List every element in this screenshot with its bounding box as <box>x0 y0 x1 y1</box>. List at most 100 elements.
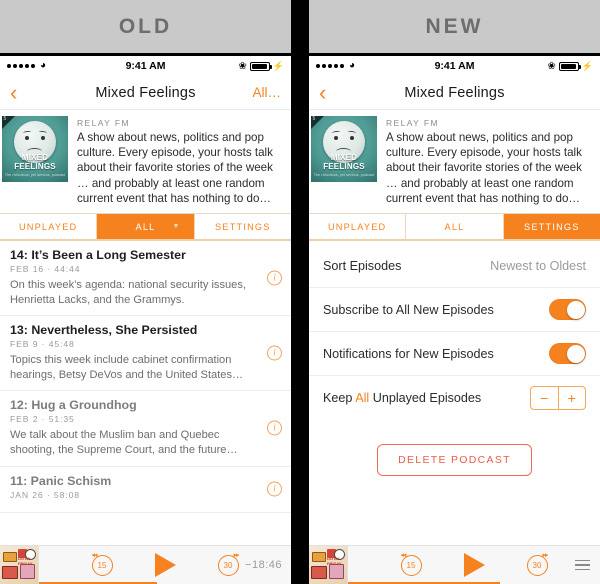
tab-settings-label: SETTINGS <box>524 221 580 232</box>
chevron-down-icon[interactable]: ▼ <box>173 223 181 230</box>
tab-all[interactable]: ALL ▼ <box>97 214 195 240</box>
skip-back-label: 15 <box>406 560 416 570</box>
podcast-artwork: 5 MIXED FEELINGS The ridiculous, yet ser… <box>311 116 377 182</box>
tab-all[interactable]: ALL <box>406 214 504 240</box>
skip-forward-label: 30 <box>532 560 542 570</box>
keep-episodes-label: Keep All Unplayed Episodes <box>323 391 481 405</box>
skip-back-button[interactable]: ◂◂ 15 <box>400 552 422 576</box>
podcast-artwork: 5 MIXED FEELINGS The ridiculous, yet ser… <box>2 116 68 182</box>
episode-meta: FEB 16 · 44:44 <box>10 264 81 275</box>
keep-episodes-stepper[interactable]: − + <box>530 386 586 411</box>
keep-label-before: Keep <box>323 391 356 406</box>
info-icon[interactable]: i <box>267 345 282 361</box>
sort-episodes-label: Sort Episodes <box>323 258 402 273</box>
panel-label-new-text: NEW <box>425 14 484 38</box>
skip-forward-button[interactable]: ▸▸ 30 <box>217 552 240 576</box>
episode-meta: FEB 2 · 51:35 <box>10 414 75 425</box>
charging-bolt-icon: ⚡ <box>581 60 593 71</box>
podcast-description: A show about news, politics and pop cult… <box>386 131 582 205</box>
subscribe-toggle[interactable] <box>549 299 586 321</box>
tab-bar-old: UNPLAYED ALL ▼ SETTINGS <box>0 213 291 242</box>
setting-row-subscribe[interactable]: Subscribe to All New Episodes <box>309 288 600 333</box>
artwork-badge: 5 <box>3 116 7 122</box>
keep-label-highlight: All <box>355 391 370 406</box>
player-bar-new: DO BY FRIDAY ◂◂ 15 ▸▸ 30 <box>309 545 600 584</box>
settings-list: Sort Episodes Newest to Oldest Subscribe… <box>309 241 600 545</box>
episode-description: We talk about the Muslim ban and Quebec … <box>10 429 238 456</box>
notifications-label: Notifications for New Episodes <box>323 346 494 361</box>
info-icon[interactable]: i <box>267 481 282 497</box>
phone-screen-new: ◕ 9:41 AM ❀ ⚡ ‹ Mixed Feelings 5 MIXED F… <box>309 56 600 584</box>
episode-title: 12: Hug a Groundhog <box>10 398 137 413</box>
stepper-decrement-button[interactable]: − <box>531 387 559 410</box>
panel-label-new: NEW <box>309 0 600 56</box>
episode-title: 14: It’s Been a Long Semester <box>10 248 186 263</box>
panel-old: OLD ◕ 9:41 AM ❀ ⚡ ‹ Mixed Feelings All… <box>0 0 291 584</box>
info-icon[interactable]: i <box>267 420 282 436</box>
nav-bar-new: ‹ Mixed Feelings <box>309 76 600 110</box>
keep-label-after: Unplayed Episodes <box>369 391 482 406</box>
setting-row-keep-episodes[interactable]: Keep All Unplayed Episodes − + <box>309 376 600 420</box>
list-item[interactable]: 13: Nevertheless, She Persisted FEB 9 · … <box>0 316 291 392</box>
stepper-increment-button[interactable]: + <box>559 387 586 409</box>
comparison-stage: OLD ◕ 9:41 AM ❀ ⚡ ‹ Mixed Feelings All… <box>0 0 600 584</box>
episode-list[interactable]: 14: It’s Been a Long Semester FEB 16 · 4… <box>0 241 291 545</box>
tab-settings[interactable]: SETTINGS <box>194 214 291 240</box>
tab-settings-label: SETTINGS <box>215 221 271 232</box>
nav-all-button[interactable]: All… <box>252 85 281 100</box>
play-button[interactable] <box>463 553 485 577</box>
artwork-badge: 5 <box>312 116 316 122</box>
tab-unplayed[interactable]: UNPLAYED <box>309 214 407 240</box>
tab-settings[interactable]: SETTINGS <box>503 214 600 240</box>
bluetooth-icon: ❀ <box>238 60 247 72</box>
sort-episodes-value: Newest to Oldest <box>490 258 586 273</box>
nav-bar-old: ‹ Mixed Feelings All… <box>0 76 291 110</box>
episode-meta: FEB 9 · 45:48 <box>10 339 75 350</box>
podcast-header-old: 5 MIXED FEELINGS The ridiculous, yet ser… <box>0 110 291 207</box>
artwork-title: MIXED FEELINGS <box>323 153 365 171</box>
page-title: Mixed Feelings <box>404 84 505 101</box>
episode-title: 11: Panic Schism <box>10 473 112 488</box>
status-bar-new: ◕ 9:41 AM ❀ ⚡ <box>309 56 600 76</box>
panel-label-old-text: OLD <box>118 14 173 38</box>
tab-all-label: ALL <box>135 221 156 232</box>
tab-unplayed-label: UNPLAYED <box>327 221 387 232</box>
bluetooth-icon: ❀ <box>547 60 556 72</box>
player-bar-old: DO BY FRIDAY ◂◂ 15 ▸▸ 30 −18:46 <box>0 545 291 584</box>
status-bar-old: ◕ 9:41 AM ❀ ⚡ <box>0 56 291 76</box>
episode-description: Topics this week include cabinet confirm… <box>10 354 244 381</box>
panel-new: NEW ◕ 9:41 AM ❀ ⚡ ‹ Mixed Feelings 5 MIX… <box>309 0 600 584</box>
battery-icon <box>558 61 581 71</box>
page-title: Mixed Feelings <box>95 84 196 101</box>
episode-title: 13: Nevertheless, She Persisted <box>10 323 198 338</box>
now-playing-artwork[interactable]: DO BY FRIDAY <box>0 545 39 584</box>
phone-screen-old: ◕ 9:41 AM ❀ ⚡ ‹ Mixed Feelings All… 5 MI… <box>0 56 291 584</box>
artwork-title: MIXED FEELINGS <box>14 153 56 171</box>
artwork-subtitle: The ridiculous, yet serious, podcast <box>313 173 375 177</box>
podcast-network: RELAY FM <box>386 118 439 128</box>
setting-row-sort-episodes[interactable]: Sort Episodes Newest to Oldest <box>309 244 600 289</box>
list-item[interactable]: 11: Panic Schism JAN 26 · 58:08 i <box>0 467 291 513</box>
now-playing-artwork[interactable]: DO BY FRIDAY <box>309 545 348 584</box>
notifications-toggle[interactable] <box>549 343 586 365</box>
podcast-header-new: 5 MIXED FEELINGS The ridiculous, yet ser… <box>309 110 600 207</box>
tab-unplayed-label: UNPLAYED <box>18 221 78 232</box>
list-item[interactable]: 14: It’s Been a Long Semester FEB 16 · 4… <box>0 241 291 317</box>
tab-unplayed[interactable]: UNPLAYED <box>0 214 98 240</box>
charging-bolt-icon: ⚡ <box>272 60 284 71</box>
battery-icon <box>249 61 272 71</box>
skip-forward-label: 30 <box>223 560 233 570</box>
episode-meta: JAN 26 · 58:08 <box>10 489 80 500</box>
artwork-subtitle: The ridiculous, yet serious, podcast <box>4 173 66 177</box>
delete-podcast-button[interactable]: DELETE PODCAST <box>377 444 532 477</box>
podcast-network: RELAY FM <box>77 118 130 128</box>
skip-forward-button[interactable]: ▸▸ 30 <box>526 552 549 576</box>
time-remaining: −18:46 <box>245 559 282 571</box>
panel-label-old: OLD <box>0 0 291 56</box>
play-button[interactable] <box>154 553 176 577</box>
setting-row-notifications[interactable]: Notifications for New Episodes <box>309 332 600 377</box>
menu-icon[interactable] <box>575 557 590 573</box>
info-icon[interactable]: i <box>267 270 282 286</box>
list-item[interactable]: 12: Hug a Groundhog FEB 2 · 51:35 We tal… <box>0 391 291 467</box>
skip-back-button[interactable]: ◂◂ 15 <box>91 552 113 576</box>
